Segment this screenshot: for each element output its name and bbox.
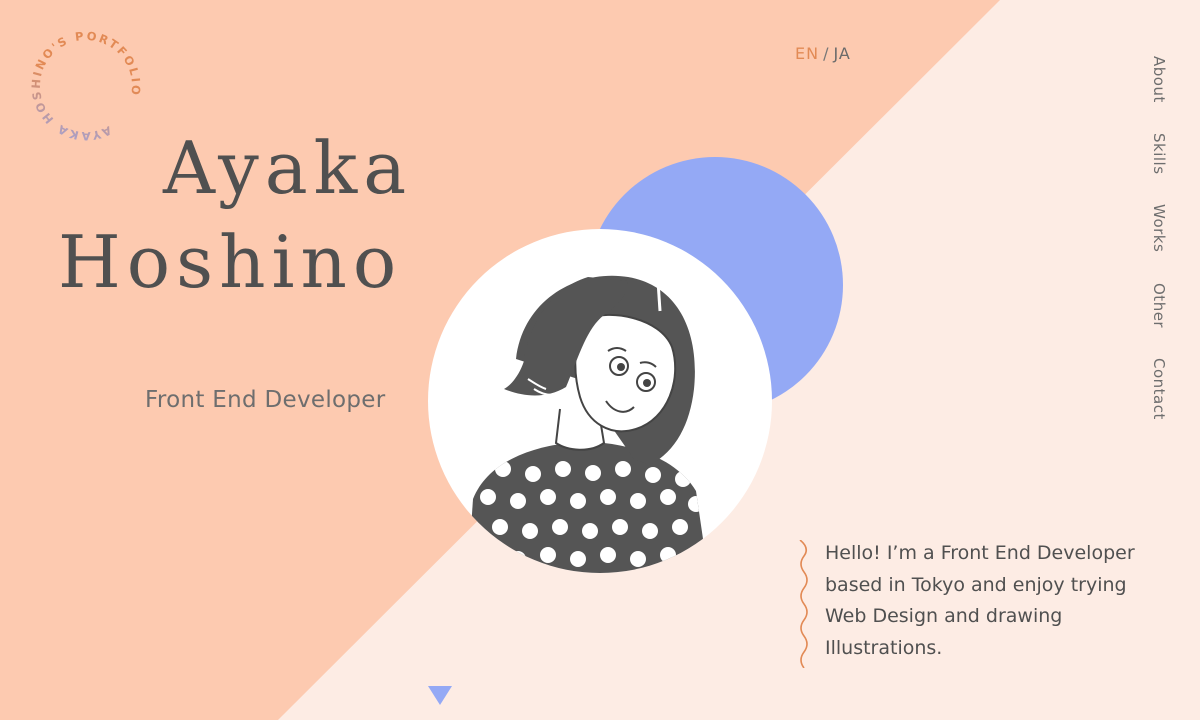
intro-text: Hello! I’m a Front End Developer based i…: [825, 542, 1135, 659]
hero-first-name: Ayaka: [163, 126, 413, 210]
nav-item-other[interactable]: Other: [1150, 283, 1168, 328]
portfolio-logo[interactable]: AYAKA HOSHINO'S PORTFOLIO: [22, 22, 150, 150]
triangle-down-icon[interactable]: [428, 686, 452, 706]
hero-role: Front End Developer: [145, 387, 386, 413]
language-ja-link[interactable]: JA: [833, 44, 850, 63]
logo-ring-text: AYAKA HOSHINO'S PORTFOLIO: [22, 22, 150, 150]
language-en-link[interactable]: EN: [795, 44, 819, 63]
language-switcher: EN / JA: [795, 44, 851, 63]
language-separator: /: [823, 44, 830, 63]
nav-item-works[interactable]: Works: [1150, 204, 1168, 252]
hero-last-name: Hoshino: [58, 220, 403, 304]
wavy-line-icon: [799, 540, 808, 668]
side-navigation: About Skills Works Other Contact: [1150, 56, 1168, 450]
svg-text:AYAKA HOSHINO'S PORTFOLIO: AYAKA HOSHINO'S PORTFOLIO: [22, 22, 150, 150]
nav-item-contact[interactable]: Contact: [1150, 358, 1168, 420]
illustrated-portrait-icon: [468, 275, 708, 573]
nav-item-about[interactable]: About: [1150, 56, 1168, 103]
portrait-avatar: [428, 229, 772, 573]
nav-item-skills[interactable]: Skills: [1150, 133, 1168, 175]
